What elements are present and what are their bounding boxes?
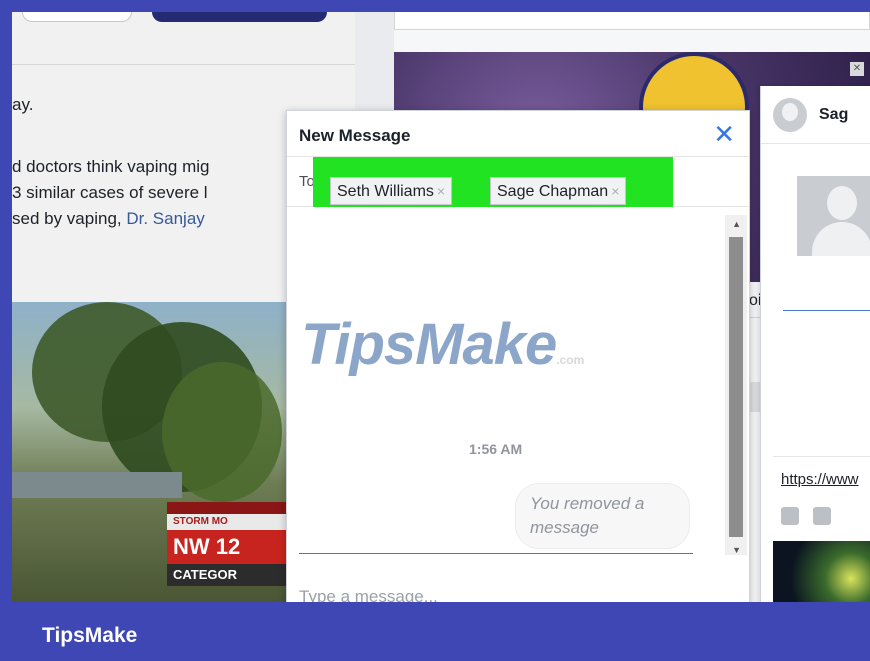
frame-left [0, 0, 12, 661]
article-link[interactable]: Dr. Sanjay [126, 209, 204, 228]
recipient-chip[interactable]: Seth Williams × [330, 177, 453, 205]
frame-top [0, 0, 870, 12]
recipient-name: Sage Chapman [497, 183, 609, 200]
video-thumbnail[interactable] [773, 541, 870, 602]
watermark-suffix: .com [556, 353, 585, 367]
chat-toolbar [781, 507, 831, 525]
recipient-name: Seth Williams [337, 183, 434, 200]
dialog-header: New Message ✕ [287, 111, 749, 157]
remove-recipient-icon[interactable]: × [437, 183, 445, 199]
article-text-fragment: sed by vaping, [12, 209, 127, 228]
banner-headline: NW 12 [167, 530, 287, 564]
recipient-chip[interactable]: Sage Chapman × [490, 177, 627, 205]
chat-contact-name[interactable]: Sag [819, 106, 848, 124]
dialog-title: New Message [299, 126, 411, 145]
overpass [12, 472, 182, 498]
scroll-up-icon[interactable]: ▲ [732, 219, 741, 229]
article-line: 3 similar cases of severe l [12, 183, 208, 202]
caption-brand: TipsMake [42, 624, 138, 647]
divider [299, 553, 693, 554]
link-preview[interactable]: https://www [773, 456, 870, 526]
remove-recipient-icon[interactable]: × [611, 183, 619, 199]
banner-storm-text: STORM MO [167, 514, 287, 530]
close-icon[interactable]: ✕ [713, 119, 735, 149]
news-lower-third: STORM MO NW 12 CATEGOR [167, 502, 287, 602]
removed-message-bubble[interactable]: You removed a message [515, 483, 690, 549]
top-box [394, 12, 870, 30]
article-body: ay. d doctors think vaping mig 3 similar… [12, 92, 210, 232]
scrollbar-thumb[interactable] [729, 237, 743, 537]
divider [783, 310, 870, 311]
message-timestamp: 1:56 AM [469, 441, 523, 457]
scroll-down-icon[interactable]: ▼ [732, 545, 741, 555]
message-input[interactable] [299, 587, 719, 602]
photo-icon[interactable] [781, 507, 799, 525]
top-button-light[interactable] [22, 12, 132, 22]
watermark-logo: TipsMake.com [301, 311, 584, 378]
article-line: ay. [12, 95, 34, 114]
shared-link[interactable]: https://www [781, 471, 859, 488]
profile-picture [797, 176, 870, 256]
top-button-dark[interactable] [152, 12, 327, 22]
chat-window-sage[interactable]: Sag https://www [760, 86, 870, 602]
banner-category: CATEGOR [167, 564, 287, 586]
ad-close-icon[interactable]: ✕ [850, 62, 864, 76]
new-message-dialog: New Message ✕ To Seth Williams × Sage Cha… [286, 110, 750, 602]
caption-bar: TipsMake [0, 602, 870, 661]
sticker-icon[interactable] [813, 507, 831, 525]
browser-viewport: ay. d doctors think vaping mig 3 similar… [12, 12, 870, 602]
avatar[interactable] [773, 98, 807, 132]
recipients-row[interactable]: To Seth Williams × Sage Chapman × [287, 157, 749, 223]
article-line: d doctors think vaping mig [12, 157, 210, 176]
article-line: sed by vaping, Dr. Sanjay [12, 206, 210, 232]
divider [12, 64, 355, 65]
chat-header[interactable]: Sag [761, 86, 870, 144]
watermark-text: TipsMake [301, 312, 557, 377]
